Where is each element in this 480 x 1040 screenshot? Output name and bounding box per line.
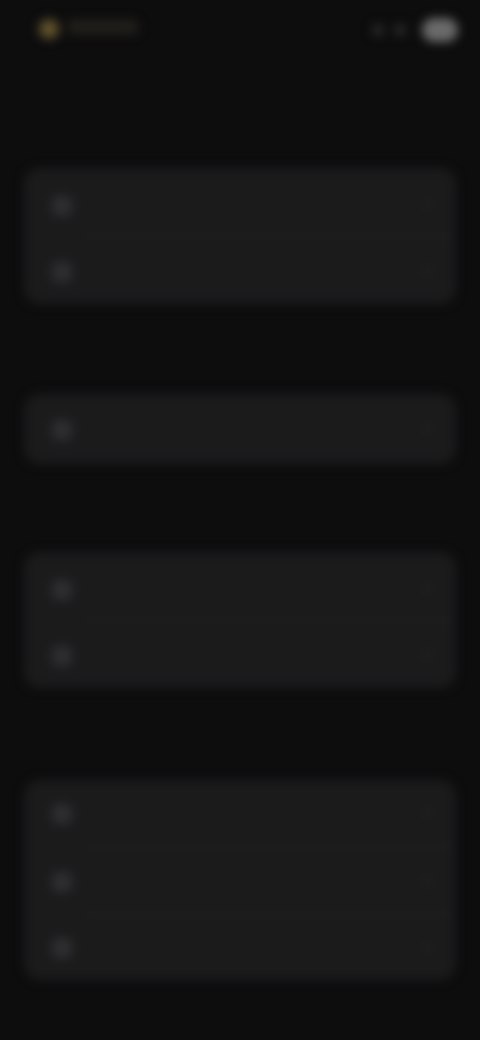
chevron-right-icon: › <box>424 646 430 663</box>
divider <box>82 620 456 621</box>
screen: › › › › › › › › <box>0 0 480 1040</box>
chevron-right-icon: › <box>424 262 430 279</box>
divider <box>82 914 456 915</box>
settings-card: › › <box>24 552 456 688</box>
settings-icon <box>52 872 72 892</box>
settings-icon <box>52 196 72 216</box>
divider <box>82 846 456 847</box>
settings-card: › › › <box>24 780 456 980</box>
app-logo-label <box>68 20 138 34</box>
settings-icon <box>52 580 72 600</box>
top-bar <box>20 12 460 52</box>
chevron-right-icon: › <box>424 872 430 889</box>
settings-row[interactable]: › <box>24 570 456 610</box>
status-icon <box>372 24 384 36</box>
settings-row[interactable]: › <box>24 928 456 968</box>
chevron-right-icon: › <box>424 420 430 437</box>
settings-row[interactable]: › <box>24 186 456 226</box>
settings-icon <box>52 262 72 282</box>
settings-row[interactable]: › <box>24 252 456 292</box>
settings-row[interactable]: › <box>24 794 456 834</box>
chevron-right-icon: › <box>424 196 430 213</box>
chevron-right-icon: › <box>424 804 430 821</box>
profile-button[interactable] <box>422 18 458 42</box>
settings-row[interactable]: › <box>24 636 456 676</box>
divider <box>82 236 456 237</box>
status-icon <box>394 24 406 36</box>
settings-icon <box>52 420 72 440</box>
settings-row[interactable]: › <box>24 862 456 902</box>
app-logo-icon <box>38 18 60 40</box>
chevron-right-icon: › <box>424 580 430 597</box>
settings-card: › › <box>24 168 456 304</box>
settings-icon <box>52 938 72 958</box>
chevron-right-icon: › <box>424 938 430 955</box>
settings-card: › <box>24 394 456 464</box>
top-bar-actions <box>368 18 458 42</box>
settings-row[interactable]: › <box>24 410 456 450</box>
settings-icon <box>52 646 72 666</box>
settings-icon <box>52 804 72 824</box>
